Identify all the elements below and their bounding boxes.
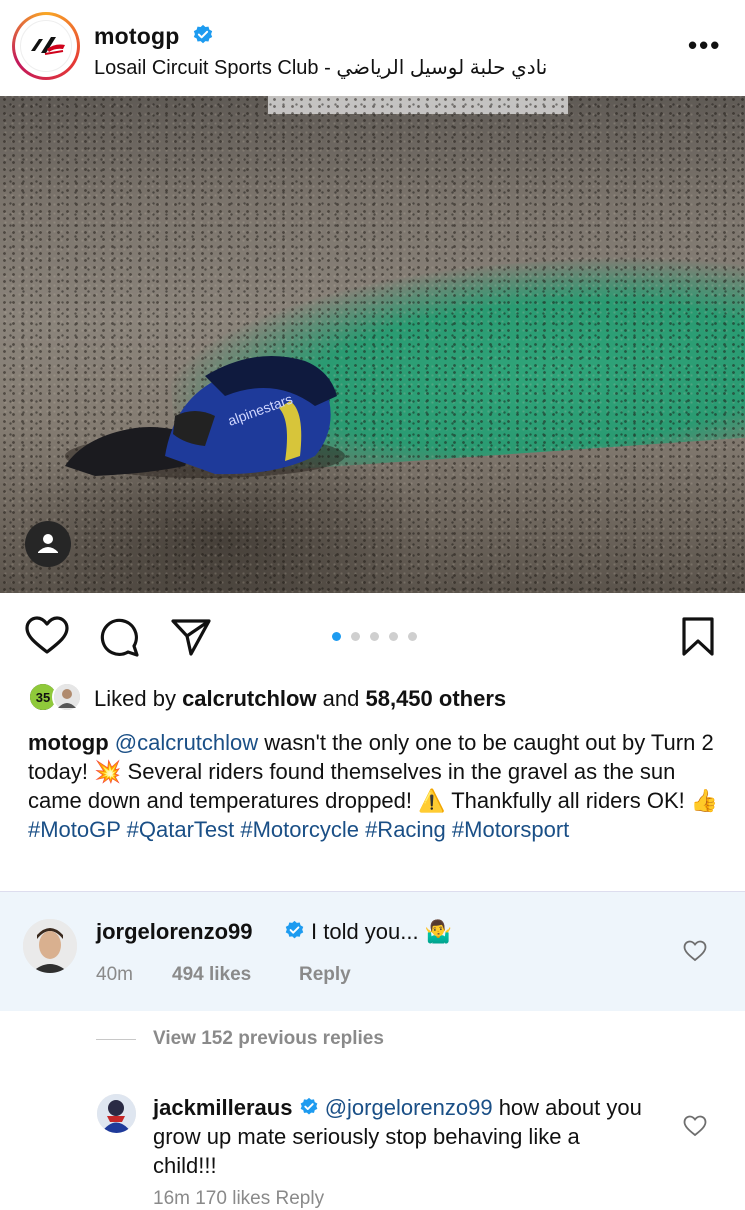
caption-hashtags[interactable]: #MotoGP #QatarTest #Motorcycle #Racing #… — [28, 817, 569, 842]
reply-avatar[interactable] — [97, 1094, 136, 1133]
comment-icon[interactable] — [98, 616, 140, 658]
view-replies-label[interactable]: View 152 previous replies — [153, 1028, 384, 1050]
comment-text: I told you... 🤷‍♂️ — [311, 919, 453, 944]
post-username[interactable]: motogp — [94, 23, 180, 50]
heart-icon[interactable] — [24, 616, 70, 656]
svg-text:35: 35 — [36, 690, 50, 705]
liked-by-user[interactable]: calcrutchlow — [182, 686, 316, 711]
post-caption: motogp @calcrutchlow wasn't the only one… — [28, 728, 728, 844]
post-image[interactable]: alpinestars — [0, 96, 745, 593]
rider-image: alpinestars — [65, 356, 345, 478]
caption-mention[interactable]: @calcrutchlow — [115, 730, 258, 755]
verified-icon — [285, 920, 304, 939]
caption-username[interactable]: motogp — [28, 730, 109, 755]
profile-avatar[interactable] — [12, 12, 80, 80]
verified-icon — [300, 1097, 317, 1115]
verified-icon — [193, 24, 213, 44]
post-header: motogp Losail Circuit Sports Club - نادي… — [0, 0, 745, 96]
reply-meta: 16m 170 likes Reply — [153, 1188, 325, 1209]
reply-mention[interactable]: @jorgelorenzo99 — [325, 1095, 493, 1120]
carousel-dot-active — [332, 632, 341, 641]
comment-username[interactable]: jorgelorenzo99 — [96, 919, 252, 945]
commenter-avatar[interactable] — [23, 919, 77, 973]
reply-comment: jackmilleraus @jorgelorenzo99 how about … — [153, 1093, 643, 1180]
bookmark-icon[interactable] — [680, 616, 716, 658]
more-icon[interactable]: ••• — [688, 30, 721, 61]
comment-likes[interactable]: 494 likes — [172, 964, 251, 986]
carousel-dot — [389, 632, 398, 641]
reply-button[interactable]: Reply — [299, 964, 351, 986]
reply-username[interactable]: jackmilleraus — [153, 1095, 292, 1120]
carousel-dot — [408, 632, 417, 641]
likes-count[interactable]: 58,450 others — [365, 686, 506, 711]
share-icon[interactable] — [170, 616, 212, 658]
comment-time: 40m — [96, 964, 133, 985]
comment-like-icon[interactable] — [683, 940, 707, 962]
carousel-dot — [370, 632, 379, 641]
carousel-dot — [351, 632, 360, 641]
tag-user-icon[interactable] — [25, 521, 71, 567]
comment-like-icon[interactable] — [683, 1115, 707, 1137]
motogp-logo — [20, 20, 72, 72]
liked-by[interactable]: 35 Liked by calcrutchlow and 58,450 othe… — [28, 682, 728, 716]
post-location[interactable]: Losail Circuit Sports Club - نادي حلبة ل… — [94, 55, 547, 80]
liker-avatar — [52, 682, 82, 712]
comment: jorgelorenzo99 I told you... 🤷‍♂️ 40m 49… — [0, 891, 745, 1011]
